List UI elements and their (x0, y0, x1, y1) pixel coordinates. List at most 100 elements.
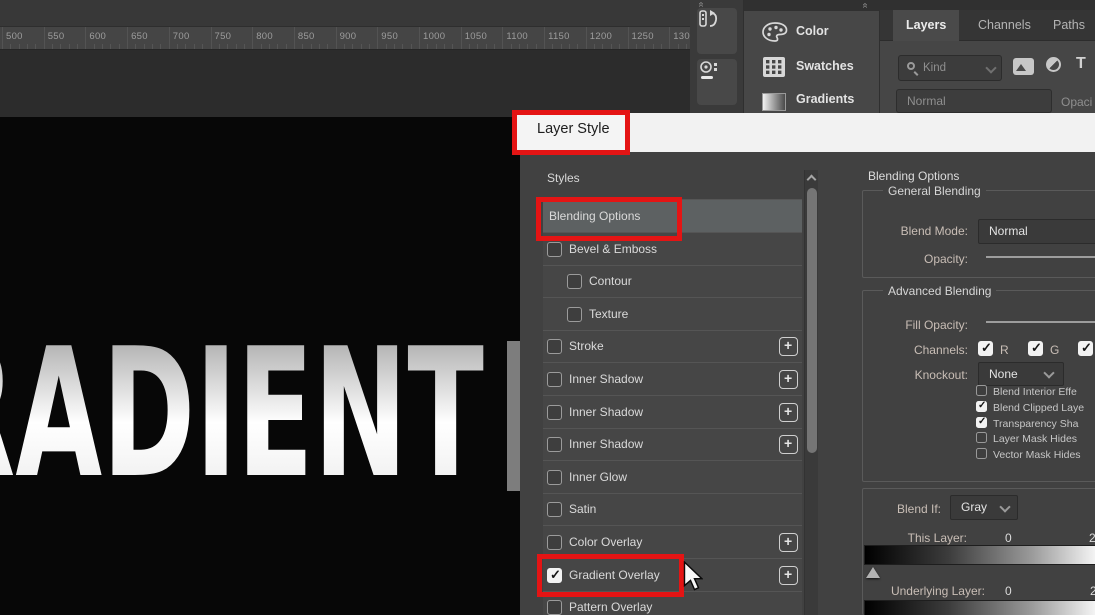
scrollbar-thumb[interactable] (807, 188, 817, 453)
style-checkbox-bevel-emboss[interactable] (547, 241, 562, 257)
adv-option-vector-mask-hides[interactable]: Vector Mask Hides (976, 448, 1095, 464)
style-checkbox-inner-shadow[interactable] (547, 372, 562, 387)
ruler-tick (419, 27, 420, 49)
style-checkbox-inner-shadow[interactable] (547, 437, 562, 453)
adjustment-filter-icon[interactable] (1046, 57, 1061, 72)
style-row-texture[interactable]: Texture (543, 298, 802, 331)
ruler-tick-label: 1050 (464, 31, 488, 42)
adv-option-checkbox[interactable] (976, 432, 987, 444)
blend-mode-dropdown[interactable]: Normal (896, 89, 1052, 113)
style-row-inner-shadow[interactable]: Inner Shadow (543, 396, 802, 429)
adv-option-blend-clipped-laye[interactable]: Blend Clipped Laye (976, 400, 1095, 417)
ruler-minor-tick (652, 44, 654, 49)
ruler-tick (2, 27, 3, 49)
ruler-tick-label: 600 (89, 31, 107, 42)
ruler-minor-tick (218, 44, 220, 49)
ruler-tick-label: 1150 (548, 31, 570, 42)
add-effect-button[interactable] (779, 435, 798, 455)
color-panel-row[interactable]: Color (744, 17, 880, 47)
this-layer-gradient-ramp[interactable] (864, 545, 1095, 565)
collapse-panel-icon[interactable]: « (695, 2, 706, 8)
knockout-select[interactable]: None (978, 362, 1064, 386)
blend-mode-select[interactable]: Normal (978, 219, 1095, 244)
fill-opacity-slider[interactable] (986, 321, 1095, 323)
style-row-inner-glow[interactable]: Inner Glow (543, 461, 802, 494)
ruler-minor-tick (510, 44, 512, 49)
ruler-minor-tick (452, 44, 454, 49)
add-effect-button[interactable] (779, 370, 798, 389)
ruler-minor-tick (10, 44, 12, 49)
add-effect-button[interactable] (779, 565, 798, 585)
properties-panel-button[interactable] (697, 59, 737, 105)
style-checkbox-satin[interactable] (547, 502, 562, 518)
adv-option-layer-mask-hides[interactable]: Layer Mask Hides (976, 432, 1095, 448)
opacity-label: Opacity: (923, 252, 968, 266)
add-effect-button[interactable] (779, 533, 798, 552)
tab-paths[interactable]: Paths (1040, 10, 1095, 41)
tab-layers[interactable]: Layers (893, 10, 960, 41)
style-checkbox-contour[interactable] (567, 274, 582, 290)
type-filter-icon[interactable]: T (1076, 55, 1086, 73)
blend-if-value: Gray (961, 500, 988, 514)
ruler-tick (127, 27, 129, 49)
adv-option-checkbox[interactable] (976, 400, 987, 412)
styles-header: Styles (547, 171, 580, 185)
style-checkbox-color-overlay[interactable] (547, 535, 562, 550)
adv-option-checkbox[interactable] (976, 385, 987, 396)
ruler-minor-tick (469, 44, 471, 49)
ruler-minor-tick (494, 44, 496, 49)
adv-option-checkbox[interactable] (976, 448, 987, 460)
adv-option-checkbox[interactable] (976, 416, 987, 428)
shadow-stop-slider[interactable] (866, 567, 880, 578)
style-row-satin[interactable]: Satin (543, 493, 802, 527)
ruler-minor-tick (427, 44, 429, 49)
search-icon (907, 62, 915, 70)
style-checkbox-stroke[interactable] (547, 339, 562, 355)
style-row-stroke[interactable]: Stroke (543, 330, 802, 364)
adv-option-blend-interior-effe[interactable]: Blend Interior Effe (976, 385, 1095, 401)
style-row-inner-shadow[interactable]: Inner Shadow (543, 363, 802, 396)
channel-r-checkbox[interactable] (978, 340, 993, 356)
opacity-slider[interactable] (986, 256, 1095, 258)
blend-if-label: Blend If: (896, 502, 941, 516)
tab-channels[interactable]: Channels (965, 10, 1044, 41)
style-checkbox-texture[interactable] (567, 306, 582, 322)
layer-filter-field[interactable]: Kind (898, 55, 1002, 81)
add-effect-button[interactable] (779, 402, 798, 422)
ruler-minor-tick (685, 44, 687, 49)
ruler-minor-tick (102, 44, 104, 49)
dialog-title: Layer Style (537, 121, 610, 137)
blend-if-select[interactable]: Gray (950, 495, 1018, 520)
photoshop-window: 500 550 600 650 700 750 800 850 900 950 1000 1050 11… (0, 0, 1095, 615)
swatches-icon (762, 56, 788, 78)
pixel-filter-icon[interactable] (1013, 58, 1034, 75)
style-checkbox-inner-glow[interactable] (547, 469, 562, 485)
collapse-panel-icon[interactable]: « (859, 3, 870, 9)
scroll-up-icon[interactable] (806, 174, 817, 185)
style-checkbox-inner-shadow[interactable] (547, 404, 562, 420)
ruler-minor-tick (644, 44, 646, 49)
ruler-minor-tick (68, 44, 70, 49)
swatches-panel-row[interactable]: Swatches (744, 52, 880, 82)
styles-scrollbar[interactable] (804, 170, 818, 615)
collapsed-panels-column: « (690, 0, 744, 113)
ruler-minor-tick (527, 44, 529, 49)
channel-g-checkbox[interactable] (1028, 340, 1043, 356)
adv-option-transparency-sha[interactable]: Transparency Sha (976, 416, 1095, 433)
style-row-contour[interactable]: Contour (543, 265, 802, 299)
ruler-minor-tick (560, 44, 562, 49)
add-effect-button[interactable] (779, 337, 798, 357)
channel-b-checkbox[interactable] (1078, 340, 1093, 356)
ruler-minor-tick (177, 44, 179, 49)
ruler-minor-tick (310, 44, 312, 49)
knockout-label: Knockout: (914, 368, 968, 382)
gradients-icon (762, 93, 786, 111)
underlying-layer-label: Underlying Layer: (890, 584, 985, 598)
underlying-layer-gradient-ramp[interactable] (864, 600, 1095, 615)
ruler-minor-tick (660, 44, 662, 49)
history-panel-button[interactable] (697, 8, 737, 54)
style-checkbox-pattern-overlay[interactable] (547, 600, 562, 615)
style-row-inner-shadow[interactable]: Inner Shadow (543, 428, 802, 462)
ruler-minor-tick (635, 44, 637, 49)
ruler-minor-tick (185, 44, 187, 49)
